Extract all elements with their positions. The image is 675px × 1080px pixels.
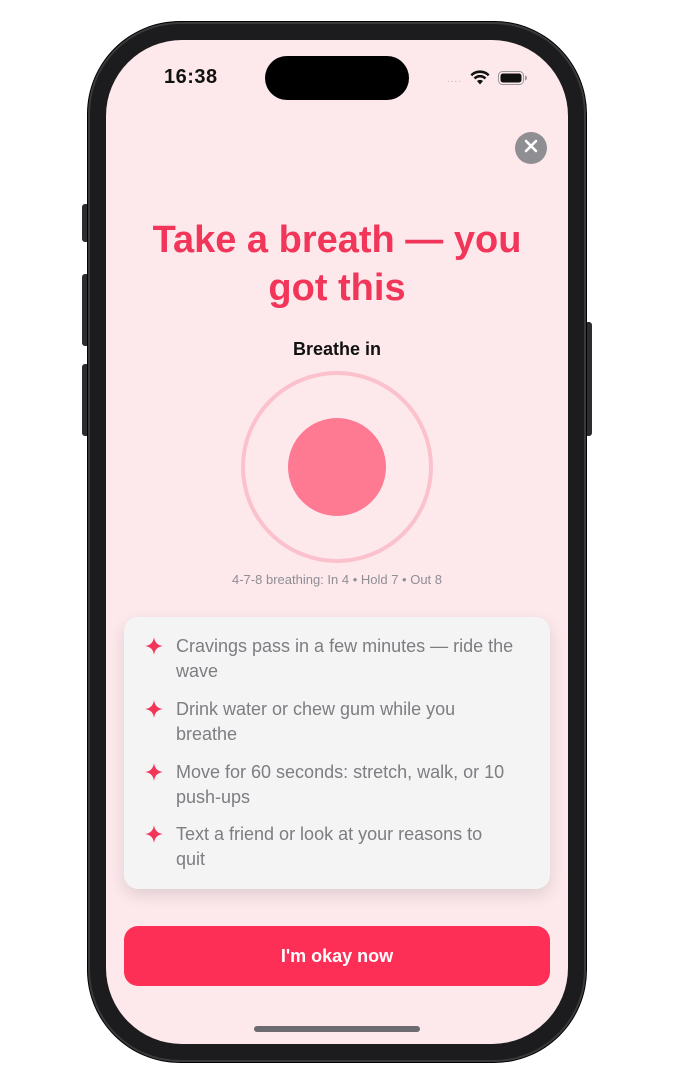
sparkle-icon: [144, 699, 164, 719]
device-mockup: 16:38 .... Take a breath — you got this …: [0, 0, 675, 1080]
screen: 16:38 .... Take a breath — you got this …: [106, 40, 568, 1044]
wifi-icon: [470, 70, 490, 85]
battery-icon: [498, 70, 528, 85]
tip-text: Text a friend or look at your reasons to…: [176, 824, 483, 869]
breathing-technique-caption: 4-7-8 breathing: In 4 • Hold 7 • Out 8: [232, 572, 442, 587]
close-button[interactable]: [515, 132, 547, 164]
signal-indicator: ....: [446, 74, 462, 85]
status-icons: ....: [447, 70, 528, 85]
tip-text: Drink water or chew gum while you breath…: [176, 699, 456, 744]
dynamic-island: [265, 56, 409, 100]
tips-card: Cravings pass in a few minutes — ride th…: [124, 617, 550, 889]
close-icon: [524, 139, 538, 158]
tip-text: Move for 60 seconds: stretch, walk, or 1…: [176, 762, 505, 807]
page-title: Take a breath — you got this: [152, 219, 522, 309]
sparkle-icon: [144, 824, 164, 844]
breath-circle: [288, 418, 386, 516]
tip-text: Cravings pass in a few minutes — ride th…: [176, 636, 514, 681]
sparkle-icon: [144, 636, 164, 656]
status-time: 16:38: [164, 66, 218, 88]
breath-phase-label: Breathe in: [292, 339, 382, 359]
im-okay-button[interactable]: I'm okay now: [124, 926, 550, 986]
sparkle-icon: [144, 762, 164, 782]
home-indicator[interactable]: [254, 1026, 420, 1032]
